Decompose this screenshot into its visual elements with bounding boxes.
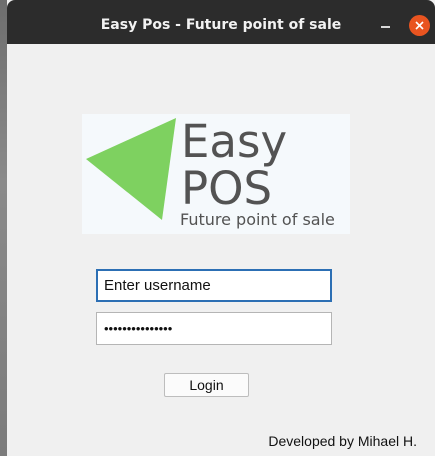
desktop-background — [0, 0, 7, 456]
username-input[interactable]: Enter username — [96, 269, 332, 302]
window-title: Easy Pos - Future point of sale — [100, 17, 342, 33]
window-titlebar[interactable]: Easy Pos - Future point of sale — [7, 0, 435, 44]
easy-pos-logo: Easy POS Future point of sale — [82, 114, 350, 234]
logo-title: Easy POS — [181, 118, 287, 212]
logo-title-line1: Easy — [181, 115, 288, 168]
logo-title-line2: POS — [181, 162, 273, 215]
login-window: Easy Pos - Future point of sale Easy POS… — [0, 0, 435, 456]
login-button[interactable]: Login — [164, 373, 249, 397]
close-icon[interactable] — [409, 15, 430, 36]
logo-tagline: Future point of sale — [180, 210, 335, 229]
minimize-icon[interactable] — [379, 20, 393, 34]
password-input[interactable]: ••••••••••••••• — [96, 312, 332, 345]
window-content: Easy POS Future point of sale Enter user… — [7, 44, 435, 456]
developer-credit: Developed by Mihael H. — [268, 433, 417, 449]
